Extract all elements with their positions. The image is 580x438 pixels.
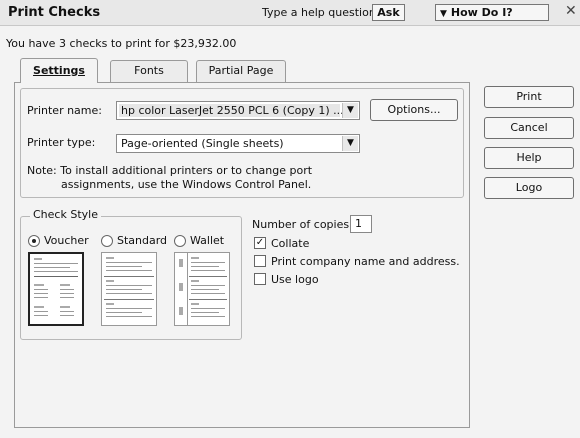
tab-fonts-label: Fonts	[134, 64, 164, 77]
standard-label[interactable]: Standard	[117, 234, 167, 247]
print-button[interactable]: Print	[484, 86, 574, 108]
printer-note-line1: Note: To install additional printers or …	[27, 164, 313, 177]
checkmark-icon: ✓	[255, 237, 265, 248]
copies-label: Number of copies:	[252, 218, 353, 231]
printer-type-label: Printer type:	[27, 136, 96, 149]
checks-summary: You have 3 checks to print for $23,932.0…	[6, 37, 237, 50]
chevron-down-icon[interactable]: ▼	[342, 103, 358, 118]
check-style-title: Check Style	[30, 208, 101, 221]
voucher-label[interactable]: Voucher	[44, 234, 89, 247]
options-button[interactable]: Options...	[370, 99, 458, 121]
how-do-i-label: How Do I?	[450, 6, 513, 19]
ask-button[interactable]: Ask	[372, 4, 405, 21]
logo-button[interactable]: Logo	[484, 177, 574, 199]
wallet-radio[interactable]	[174, 235, 186, 247]
use-logo-label[interactable]: Use logo	[271, 273, 319, 286]
use-logo-checkbox[interactable]	[254, 273, 266, 285]
cancel-button[interactable]: Cancel	[484, 117, 574, 139]
how-do-i-button[interactable]: ▼ How Do I?	[435, 4, 549, 21]
printer-name-label: Printer name:	[27, 104, 102, 117]
collate-checkbox[interactable]: ✓	[254, 237, 266, 249]
printer-name-select[interactable]: hp color LaserJet 2550 PCL 6 (Copy 1) ..…	[116, 101, 360, 120]
close-icon[interactable]: ✕	[565, 4, 579, 21]
copies-input[interactable]: 1	[350, 215, 372, 233]
voucher-preview-image[interactable]	[28, 252, 84, 326]
chevron-down-icon[interactable]: ▼	[342, 136, 358, 151]
wallet-label[interactable]: Wallet	[190, 234, 224, 247]
printer-type-select[interactable]: Page-oriented (Single sheets) ▼	[116, 134, 360, 153]
wallet-preview-image[interactable]	[174, 252, 230, 326]
printer-type-value: Page-oriented (Single sheets)	[121, 137, 284, 150]
help-button[interactable]: Help	[484, 147, 574, 169]
printer-name-value: hp color LaserJet 2550 PCL 6 (Copy 1) ..…	[121, 104, 344, 117]
standard-radio[interactable]	[101, 235, 113, 247]
tab-partial-page[interactable]: Partial Page	[196, 60, 286, 82]
window-title: Print Checks	[8, 5, 101, 20]
tab-partial-page-label: Partial Page	[208, 64, 274, 77]
tab-settings-label: Settings	[33, 64, 85, 77]
dropdown-triangle-icon: ▼	[440, 9, 447, 19]
collate-label[interactable]: Collate	[271, 237, 309, 250]
voucher-radio[interactable]	[28, 235, 40, 247]
printer-note-line2: assignments, use the Windows Control Pan…	[61, 178, 312, 191]
print-company-label[interactable]: Print company name and address.	[271, 255, 460, 268]
help-question-label: Type a help question	[262, 6, 376, 19]
tab-settings[interactable]: Settings	[20, 58, 98, 83]
standard-preview-image[interactable]	[101, 252, 157, 326]
tab-fonts[interactable]: Fonts	[110, 60, 188, 82]
print-company-checkbox[interactable]	[254, 255, 266, 267]
